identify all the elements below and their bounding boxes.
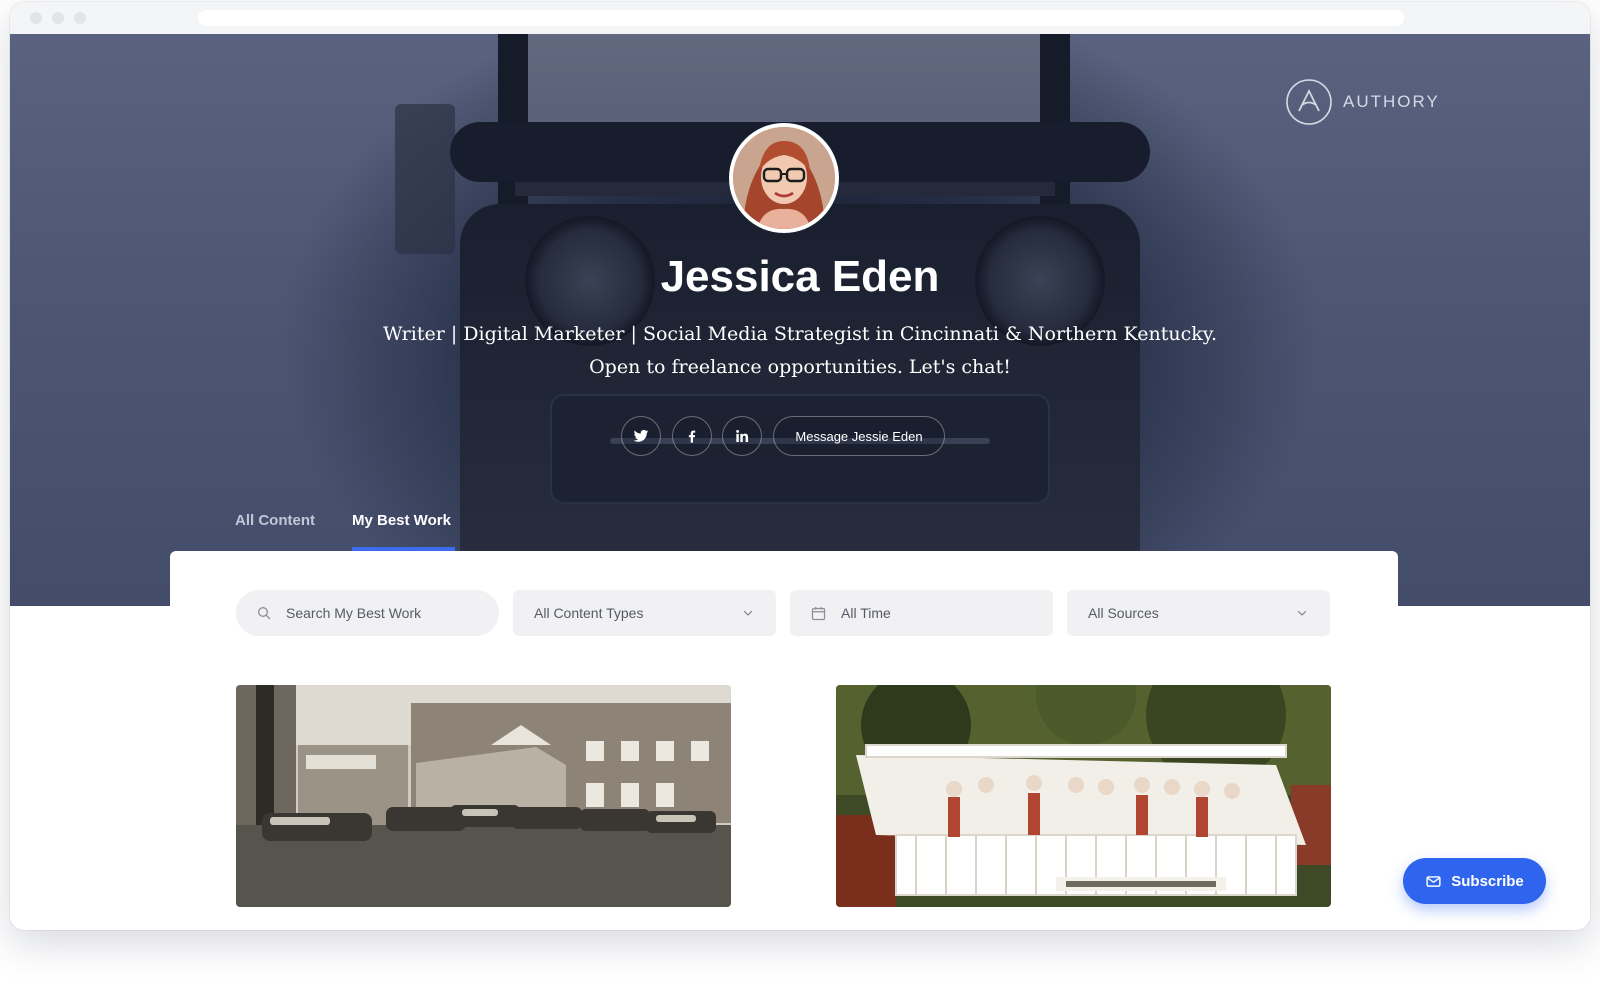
parade-photo [836,685,1331,907]
avatar-portrait-icon [733,127,835,229]
linkedin-button[interactable] [722,416,762,456]
brand-logo[interactable]: AUTHORY [1285,78,1440,126]
facebook-icon [688,430,696,443]
sources-select[interactable]: All Sources [1067,590,1330,636]
tab-all-content[interactable]: All Content [235,512,315,529]
tab-my-best-work[interactable]: My Best Work [352,512,451,529]
window-minimize-dot[interactable] [52,12,64,24]
linkedin-icon [736,430,749,442]
message-button[interactable]: Message Jessie Eden [773,416,945,456]
search-field[interactable]: Search My Best Work [236,590,499,636]
window-close-dot[interactable] [30,12,42,24]
profile-name: Jessica Eden [660,252,940,301]
address-bar[interactable] [198,10,1404,26]
search-icon [258,607,271,620]
typewriter-lever [395,104,455,254]
profile-bio: Writer | Digital Marketer | Social Media… [300,318,1300,384]
bio-line-1: Writer | Digital Marketer | Social Media… [383,323,1217,345]
sources-value: All Sources [1088,605,1159,621]
subscribe-label: Subscribe [1451,872,1524,890]
content-type-select[interactable]: All Content Types [513,590,776,636]
chevron-down-icon [743,610,753,616]
profile-avatar [729,123,839,233]
facebook-button[interactable] [672,416,712,456]
twitter-button[interactable] [621,416,661,456]
window-maximize-dot[interactable] [74,12,86,24]
twitter-icon [633,429,649,442]
subscribe-button[interactable]: Subscribe [1403,858,1546,904]
authory-logo-icon [1286,79,1332,125]
avatar-photo [733,127,835,229]
search-placeholder: Search My Best Work [286,605,422,621]
brand-name: AUTHORY [1343,92,1440,111]
chevron-down-icon [1297,610,1307,616]
mail-icon [1426,875,1441,887]
article-card-image[interactable] [236,685,731,907]
calendar-icon [811,606,826,620]
time-range-select[interactable]: All Time [790,590,1053,636]
content-type-value: All Content Types [534,605,644,621]
bio-line-2: Open to freelance opportunities. Let's c… [589,356,1011,378]
time-range-value: All Time [841,605,891,621]
browser-chrome [10,2,1590,34]
browser-window: AUTHORY Jessica Eden Writer | Digital Ma… [10,2,1590,930]
article-card-image[interactable] [836,685,1331,907]
street-photo [236,685,731,907]
